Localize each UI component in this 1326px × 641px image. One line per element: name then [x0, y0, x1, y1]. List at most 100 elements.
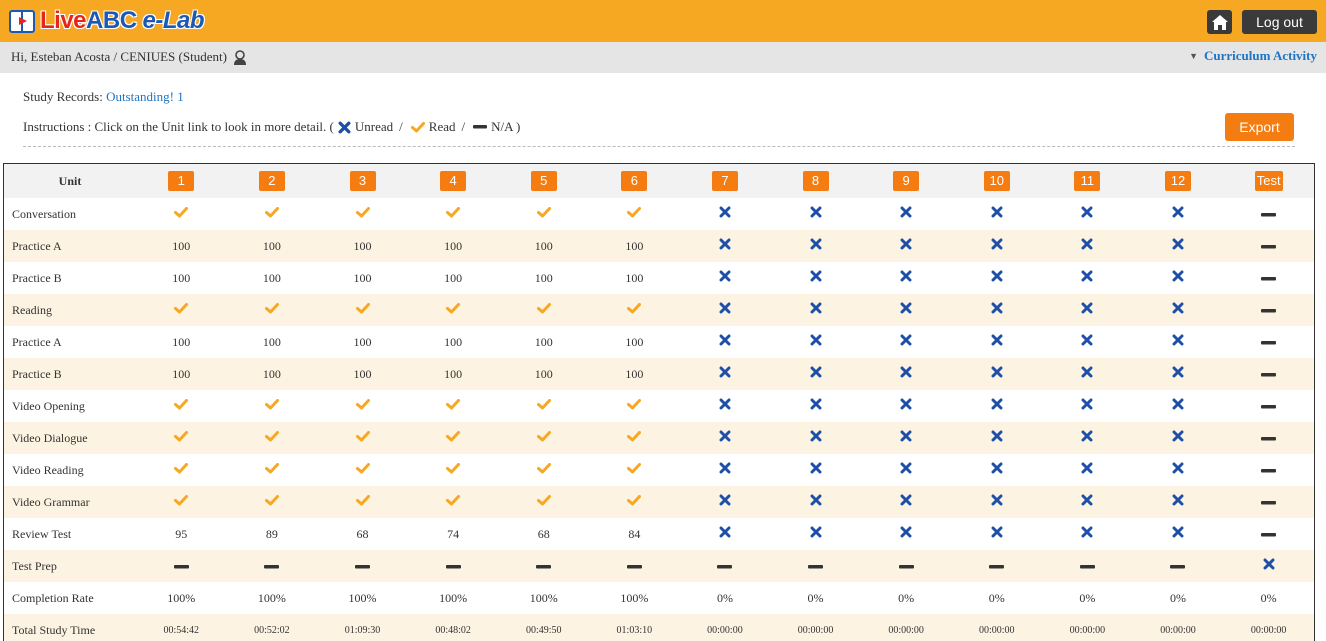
unread-x-icon: [1172, 494, 1184, 510]
unit-link[interactable]: 2: [258, 171, 285, 191]
unread-x-icon: [1172, 206, 1184, 222]
unit-link[interactable]: 12: [1164, 171, 1191, 191]
unit-link[interactable]: 6: [621, 171, 648, 191]
na-dash-icon: [445, 559, 461, 574]
value-cell: 100%: [620, 590, 649, 605]
unread-x-icon: [991, 430, 1003, 446]
status-cell: [860, 358, 952, 390]
table-row: Conversation: [4, 198, 1314, 230]
status-cell: [408, 454, 499, 486]
value-cell: 100: [534, 334, 553, 349]
unit-link[interactable]: 11: [1074, 171, 1101, 191]
status-cell: [317, 294, 408, 326]
status-cell: [1223, 518, 1314, 550]
value-cell: 0%: [988, 590, 1005, 605]
status-cell: [135, 294, 227, 326]
value-cell: 100: [444, 270, 463, 285]
liveabc-logo[interactable]: LiveABC e-Lab: [8, 4, 205, 38]
unread-x-icon: [1081, 398, 1093, 414]
unit-link[interactable]: 8: [802, 171, 829, 191]
unit-header-cell: Test: [1223, 164, 1314, 198]
export-button[interactable]: Export: [1225, 113, 1294, 141]
row-label: Video Grammar: [4, 486, 136, 518]
status-cell: [226, 422, 318, 454]
unit-link[interactable]: 5: [530, 171, 557, 191]
read-check-icon: [446, 302, 461, 318]
test-link[interactable]: Test: [1254, 171, 1283, 191]
status-cell: [951, 550, 1043, 582]
logout-button[interactable]: Log out: [1242, 10, 1317, 34]
value-cell: 00:54:42: [135, 614, 227, 641]
status-cell: [1042, 262, 1133, 294]
table-row: Video Grammar: [4, 486, 1314, 518]
value-cell: 01:09:30: [317, 614, 408, 641]
na-dash-icon: [989, 559, 1005, 574]
table-row: Reading: [4, 294, 1314, 326]
unread-x-icon: [719, 302, 731, 318]
status-cell: [1042, 454, 1133, 486]
unit-link[interactable]: 7: [711, 171, 738, 191]
status-cell: [951, 486, 1043, 518]
greeting-text: Hi, Esteban Acosta / CENIUES (Student): [11, 49, 227, 64]
status-cell: [226, 294, 318, 326]
unread-x-icon: [719, 238, 731, 254]
unit-header-cell: 3: [317, 164, 408, 198]
table-row: Practice B 100 100 100 100 100 100: [4, 358, 1314, 390]
na-dash-icon: [1261, 463, 1277, 478]
value-cell: 95: [175, 526, 188, 541]
status-cell: [680, 390, 771, 422]
unit-link[interactable]: 1: [168, 171, 195, 191]
unit-header-cell: 7: [679, 164, 771, 198]
value-cell: 100%: [257, 590, 286, 605]
read-check-icon: [174, 430, 189, 446]
value-cell: 100: [262, 270, 281, 285]
read-check-icon: [536, 302, 551, 318]
status-cell: [770, 454, 861, 486]
outstanding-link[interactable]: Outstanding! 1: [106, 89, 184, 104]
row-label: Practice B: [4, 358, 136, 390]
value-cell: 00:48:02: [407, 614, 499, 641]
study-records-panel: Study Records: Outstanding! 1 Instructio…: [3, 73, 1313, 163]
read-check-icon: [174, 462, 189, 478]
unread-x-icon: [1081, 366, 1093, 382]
status-cell: [680, 326, 771, 358]
read-check-icon: [264, 302, 279, 318]
status-cell: [407, 486, 499, 518]
na-dash-icon: [1261, 495, 1277, 510]
value-cell: 00:00:00: [860, 614, 952, 641]
status-cell: [770, 486, 861, 518]
status-cell: [860, 422, 952, 454]
unread-icon: [338, 121, 351, 134]
status-cell: [770, 550, 861, 582]
unit-header-cell: 12: [1132, 164, 1224, 198]
status-cell: [680, 518, 771, 550]
value-cell: 01:03:10: [589, 614, 680, 641]
status-cell: [589, 422, 680, 454]
value-cell: 00:00:00: [1132, 614, 1224, 641]
read-check-icon: [174, 398, 189, 414]
status-cell: [770, 390, 861, 422]
na-dash-icon: [264, 559, 280, 574]
home-button[interactable]: [1207, 10, 1232, 34]
unit-link[interactable]: 9: [893, 171, 920, 191]
status-cell: [1133, 518, 1224, 550]
unit-link[interactable]: 3: [349, 171, 376, 191]
curriculum-activity-dropdown[interactable]: ▼ Curriculum Activity: [1189, 48, 1317, 64]
unit-header-cell: 8: [770, 164, 861, 198]
unread-x-icon: [900, 526, 912, 542]
read-check-icon: [536, 206, 551, 222]
status-cell: [136, 390, 227, 422]
status-cell: [680, 262, 771, 294]
unit-link[interactable]: 4: [440, 171, 467, 191]
unread-x-icon: [719, 366, 731, 382]
unread-x-icon: [1172, 398, 1184, 414]
status-cell: [951, 262, 1042, 294]
read-check-icon: [446, 494, 461, 510]
unread-x-icon: [1172, 430, 1184, 446]
read-check-icon: [174, 206, 189, 222]
study-records-table-container: Unit 1 2 3 4 5 6 7 8 9 10 11 12 Test Conversation Pra…: [3, 163, 1315, 641]
unit-link[interactable]: 10: [983, 171, 1010, 191]
status-cell: [1223, 326, 1314, 358]
unread-x-icon: [719, 270, 731, 286]
status-cell: [770, 198, 861, 230]
